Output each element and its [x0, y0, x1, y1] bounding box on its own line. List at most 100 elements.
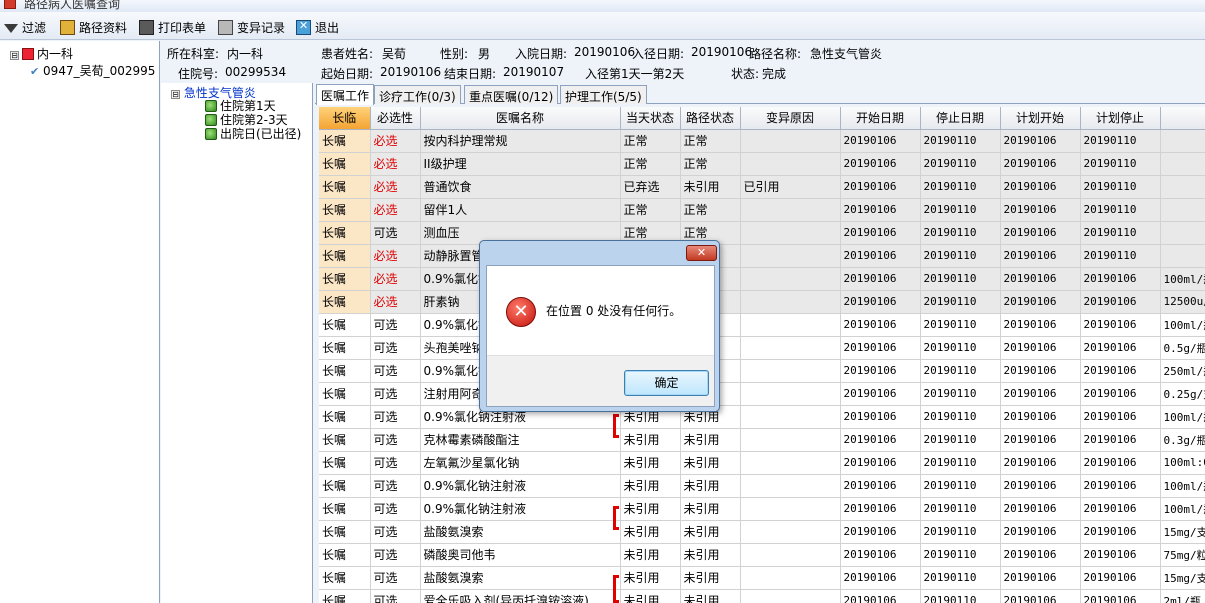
- table-cell: [740, 520, 841, 544]
- table-cell: 正常: [680, 152, 741, 176]
- table-row[interactable]: 长嘱 可选 盐酸氨溴索 未引用 未引用 20190106 20190110 20190106 2…: [319, 566, 1205, 590]
- table-cell: 20190106: [1080, 566, 1161, 590]
- table-row[interactable]: 长嘱 可选 左氧氟沙星氯化钠 未引用 未引用 20190106 20190110 201901…: [319, 451, 1205, 475]
- table-cell: 20190106: [840, 520, 921, 544]
- tab-nursing[interactable]: 护理工作(5/5): [560, 85, 647, 104]
- table-row[interactable]: 长嘱 可选 0.9%氯化钠 20190106 20190110 20190106 20190…: [319, 313, 1205, 337]
- table-cell: 20190106: [1000, 520, 1081, 544]
- tab-orders[interactable]: 医嘱工作: [316, 84, 375, 105]
- ok-button[interactable]: 确定: [624, 370, 709, 396]
- print-button[interactable]: 打印表单: [139, 18, 206, 36]
- table-cell: 20190106: [1080, 382, 1161, 406]
- table-cell: 20190110: [920, 198, 1001, 222]
- table-cell: 20190106: [1000, 290, 1081, 314]
- end-value: 20190107: [503, 65, 565, 79]
- table-cell: 20190110: [920, 175, 1001, 199]
- inpatient-field-label: 住院号:: [178, 67, 219, 81]
- error-icon: ✕: [506, 297, 536, 327]
- exit-button[interactable]: 退出: [296, 18, 339, 36]
- table-row[interactable]: 长嘱 可选 0.9%氯化钠注射液 未引用 未引用 20190106 20190110 2019…: [319, 405, 1205, 429]
- table-cell: 未引用: [620, 520, 681, 544]
- col-header-path-status[interactable]: 路径状态: [680, 107, 741, 130]
- table-cell: 20190110: [920, 359, 1001, 383]
- path-info-button[interactable]: 路径资料: [60, 18, 127, 36]
- table-cell: [740, 267, 841, 291]
- table-cell: 长嘱: [319, 428, 371, 452]
- filter-button[interactable]: 过滤: [4, 18, 46, 36]
- patient-tree: ⊟ 内一科 ✔ 0947_吴荀_002995: [0, 41, 160, 603]
- table-cell: 20190106: [1000, 428, 1081, 452]
- table-row[interactable]: 长嘱 必选 留伴1人 正常 正常 20190106 20190110 20190106 2019…: [319, 198, 1205, 222]
- table-cell: 未引用: [680, 497, 741, 521]
- table-row[interactable]: 长嘱 可选 磷酸奥司他韦 未引用 未引用 20190106 20190110 20190106…: [319, 543, 1205, 567]
- table-row[interactable]: 长嘱 可选 0.9%氯化钠注射液 未引用 未引用 20190106 20190110 2019…: [319, 474, 1205, 498]
- start-value: 20190106: [380, 65, 442, 79]
- table-row[interactable]: 长嘱 必选 动静脉置管 20190106 20190110 20190106 2019011…: [319, 244, 1205, 268]
- error-message: 在位置 0 处没有任何行。: [546, 304, 682, 318]
- table-cell: 20190106: [840, 313, 921, 337]
- col-header-required[interactable]: 必选性: [370, 107, 421, 130]
- toolbar: 过滤 路径资料 打印表单 变异记录 退出: [0, 12, 1205, 40]
- table-cell: 长嘱: [319, 451, 371, 475]
- table-row[interactable]: 长嘱 必选 普通饮食 已弃选 未引用 已引用 20190106 20190110 2019010…: [319, 175, 1205, 199]
- col-header-plan-start[interactable]: 计划开始: [1000, 107, 1081, 130]
- table-cell: [740, 359, 841, 383]
- collapse-icon[interactable]: ⊟: [171, 90, 180, 99]
- col-header-variance-reason[interactable]: 变异原因: [740, 107, 841, 130]
- col-header-order-name[interactable]: 医嘱名称: [420, 107, 621, 130]
- col-header-type[interactable]: 长临: [319, 107, 371, 130]
- table-row[interactable]: 长嘱 可选 测血压 正常 正常 20190106 20190110 20190106 20190…: [319, 221, 1205, 245]
- tab-diagnosis[interactable]: 诊疗工作(0/3): [374, 85, 461, 104]
- table-cell: 可选: [370, 497, 421, 521]
- table-row[interactable]: 长嘱 可选 0.9%氯化钠 20190106 20190110 20190106 20190…: [319, 359, 1205, 383]
- table-row[interactable]: 长嘱 可选 0.9%氯化钠注射液 未引用 未引用 20190106 20190110 2019…: [319, 497, 1205, 521]
- table-row[interactable]: 长嘱必选肝素钠止20190106201901102019010620190106…: [319, 290, 1205, 314]
- collapse-icon[interactable]: ⊟: [10, 51, 19, 60]
- table-row[interactable]: 长嘱必选0.9%氯化钠止2019010620190110201901062019…: [319, 267, 1205, 291]
- table-cell: 20190110: [920, 566, 1001, 590]
- table-cell: 长嘱: [319, 589, 371, 603]
- path-tree-item-discharge[interactable]: 出院日(已出径): [205, 125, 301, 142]
- col-header-start-date[interactable]: 开始日期: [840, 107, 921, 130]
- table-cell: [1160, 221, 1205, 245]
- dialog-body: ✕ 在位置 0 处没有任何行。 确定: [486, 265, 715, 407]
- table-cell: 未引用: [680, 428, 741, 452]
- table-cell: 100ml/瓶: [1160, 313, 1205, 337]
- close-icon[interactable]: ✕: [686, 245, 717, 261]
- end-field-label: 结束日期:: [444, 67, 497, 81]
- col-header-spec[interactable]: 规格: [1160, 107, 1205, 130]
- table-row[interactable]: 长嘱 可选 头孢美唑钠 20190106 20190110 20190106 2019010…: [319, 336, 1205, 360]
- variance-log-button[interactable]: 变异记录: [218, 18, 285, 36]
- tree-node-dept[interactable]: ⊟ 内一科: [10, 45, 73, 62]
- table-cell: 100ml/瓶: [1160, 474, 1205, 498]
- table-cell: 可选: [370, 474, 421, 498]
- table-cell: 磷酸奥司他韦: [420, 543, 621, 567]
- tree-node-patient[interactable]: ✔ 0947_吴荀_002995: [30, 62, 158, 79]
- table-cell: 正常: [620, 198, 681, 222]
- col-header-plan-stop[interactable]: 计划停止: [1080, 107, 1161, 130]
- inpatient-value: 00299534: [225, 65, 287, 79]
- book-icon: [60, 19, 75, 35]
- table-cell: 20190106: [840, 405, 921, 429]
- calculator-icon: [218, 19, 233, 35]
- table-cell: 20190106: [1000, 566, 1081, 590]
- table-cell: 长嘱: [319, 175, 371, 199]
- table-row[interactable]: 长嘱 必选 按内科护理常规 正常 正常 20190106 20190110 20190106 2…: [319, 129, 1205, 153]
- table-cell: 20190110: [1080, 152, 1161, 176]
- tab-key-orders[interactable]: 重点医嘱(0/12): [464, 85, 559, 104]
- table-cell: 长嘱: [319, 129, 371, 153]
- app-icon: [4, 0, 16, 9]
- admit-value: 20190106: [574, 45, 636, 59]
- hospital-icon: [22, 48, 34, 60]
- table-cell: 20190106: [1080, 313, 1161, 337]
- col-header-stop-date[interactable]: 停止日期: [920, 107, 1001, 130]
- table-row[interactable]: 长嘱 可选 爱全乐吸入剂(异丙托溴铵溶液) 未引用 未引用 20190106 2019011…: [319, 589, 1205, 603]
- col-header-day-status[interactable]: 当天状态: [620, 107, 681, 130]
- table-cell: 0.25g/支: [1160, 382, 1205, 406]
- table-row[interactable]: 长嘱 可选 克林霉素磷酸酯注 未引用 未引用 20190106 20190110 201901…: [319, 428, 1205, 452]
- table-row[interactable]: 长嘱 必选 II级护理 正常 正常 20190106 20190110 20190106 201…: [319, 152, 1205, 176]
- table-cell: 20190110: [920, 543, 1001, 567]
- table-row[interactable]: 长嘱 可选 注射用阿奇 20190106 20190110 20190106 2019010…: [319, 382, 1205, 406]
- table-row[interactable]: 长嘱 可选 盐酸氨溴索 未引用 未引用 20190106 20190110 20190106 2…: [319, 520, 1205, 544]
- table-cell: 20190110: [920, 451, 1001, 475]
